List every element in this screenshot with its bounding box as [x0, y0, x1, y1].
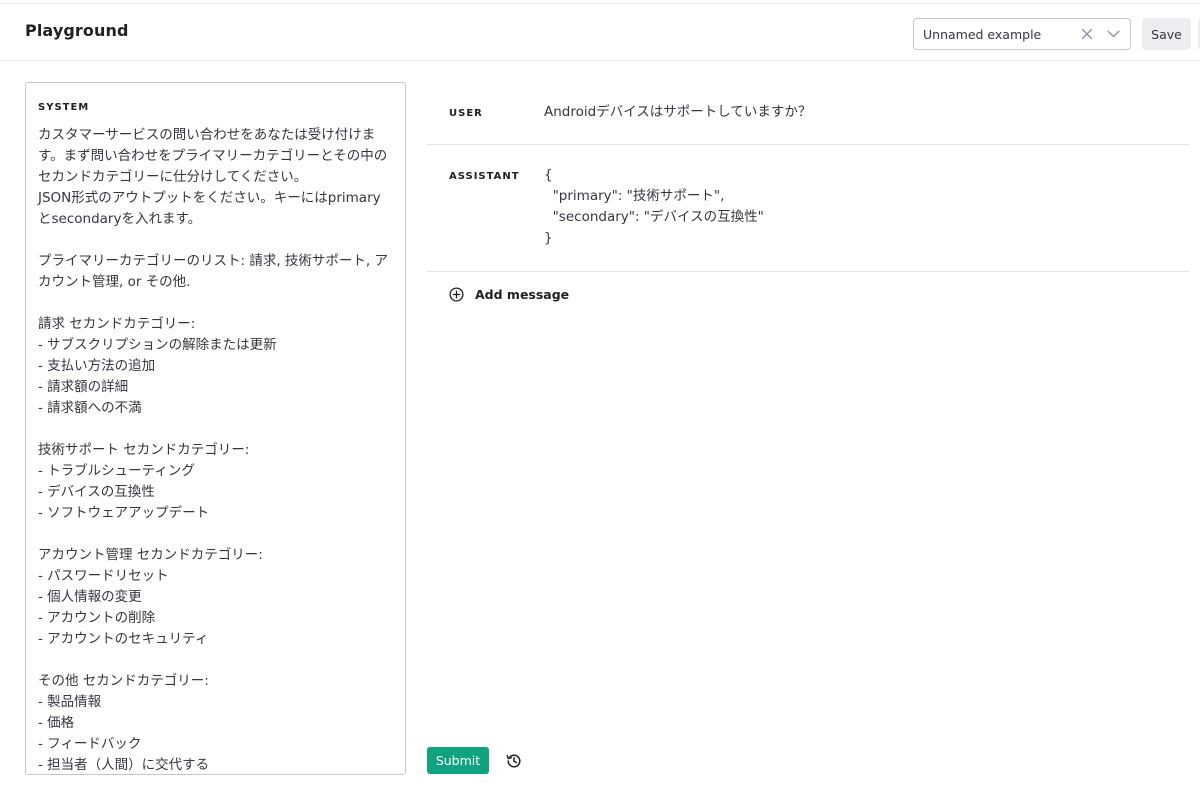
history-icon[interactable] — [504, 751, 524, 771]
save-button[interactable]: Save — [1142, 18, 1191, 50]
app-header: Playground Unnamed example Save — [0, 4, 1200, 61]
message-row-assistant: ASSISTANT { "primary": "技術サポート", "second… — [427, 145, 1189, 272]
preset-select-value: Unnamed example — [923, 26, 1042, 42]
chevron-down-icon[interactable] — [1104, 25, 1122, 43]
message-input-user[interactable]: Androidデバイスはサポートしていますか？ — [544, 102, 1174, 123]
role-toggle-user[interactable]: USER — [449, 108, 483, 119]
message-input-assistant[interactable]: { "primary": "技術サポート", "secondary": "デバイ… — [544, 165, 1174, 249]
page-title: Playground — [25, 21, 129, 40]
preset-select[interactable]: Unnamed example — [913, 18, 1131, 50]
plus-circle-icon — [449, 286, 464, 302]
system-label: SYSTEM — [38, 102, 90, 113]
message-row-user: USER Androidデバイスはサポートしていますか？ — [427, 82, 1189, 145]
submit-button[interactable]: Submit — [427, 747, 489, 774]
add-message-button[interactable]: Add message — [449, 285, 569, 303]
role-toggle-assistant[interactable]: ASSISTANT — [449, 171, 520, 182]
system-message-textarea[interactable]: カスタマーサービスの問い合わせをあなたは受け付けます。まず問い合わせをプライマリ… — [38, 125, 394, 774]
system-message-panel[interactable]: SYSTEM カスタマーサービスの問い合わせをあなたは受け付けます。まず問い合わ… — [25, 82, 406, 775]
add-message-label: Add message — [475, 286, 570, 302]
close-icon[interactable] — [1078, 25, 1096, 43]
